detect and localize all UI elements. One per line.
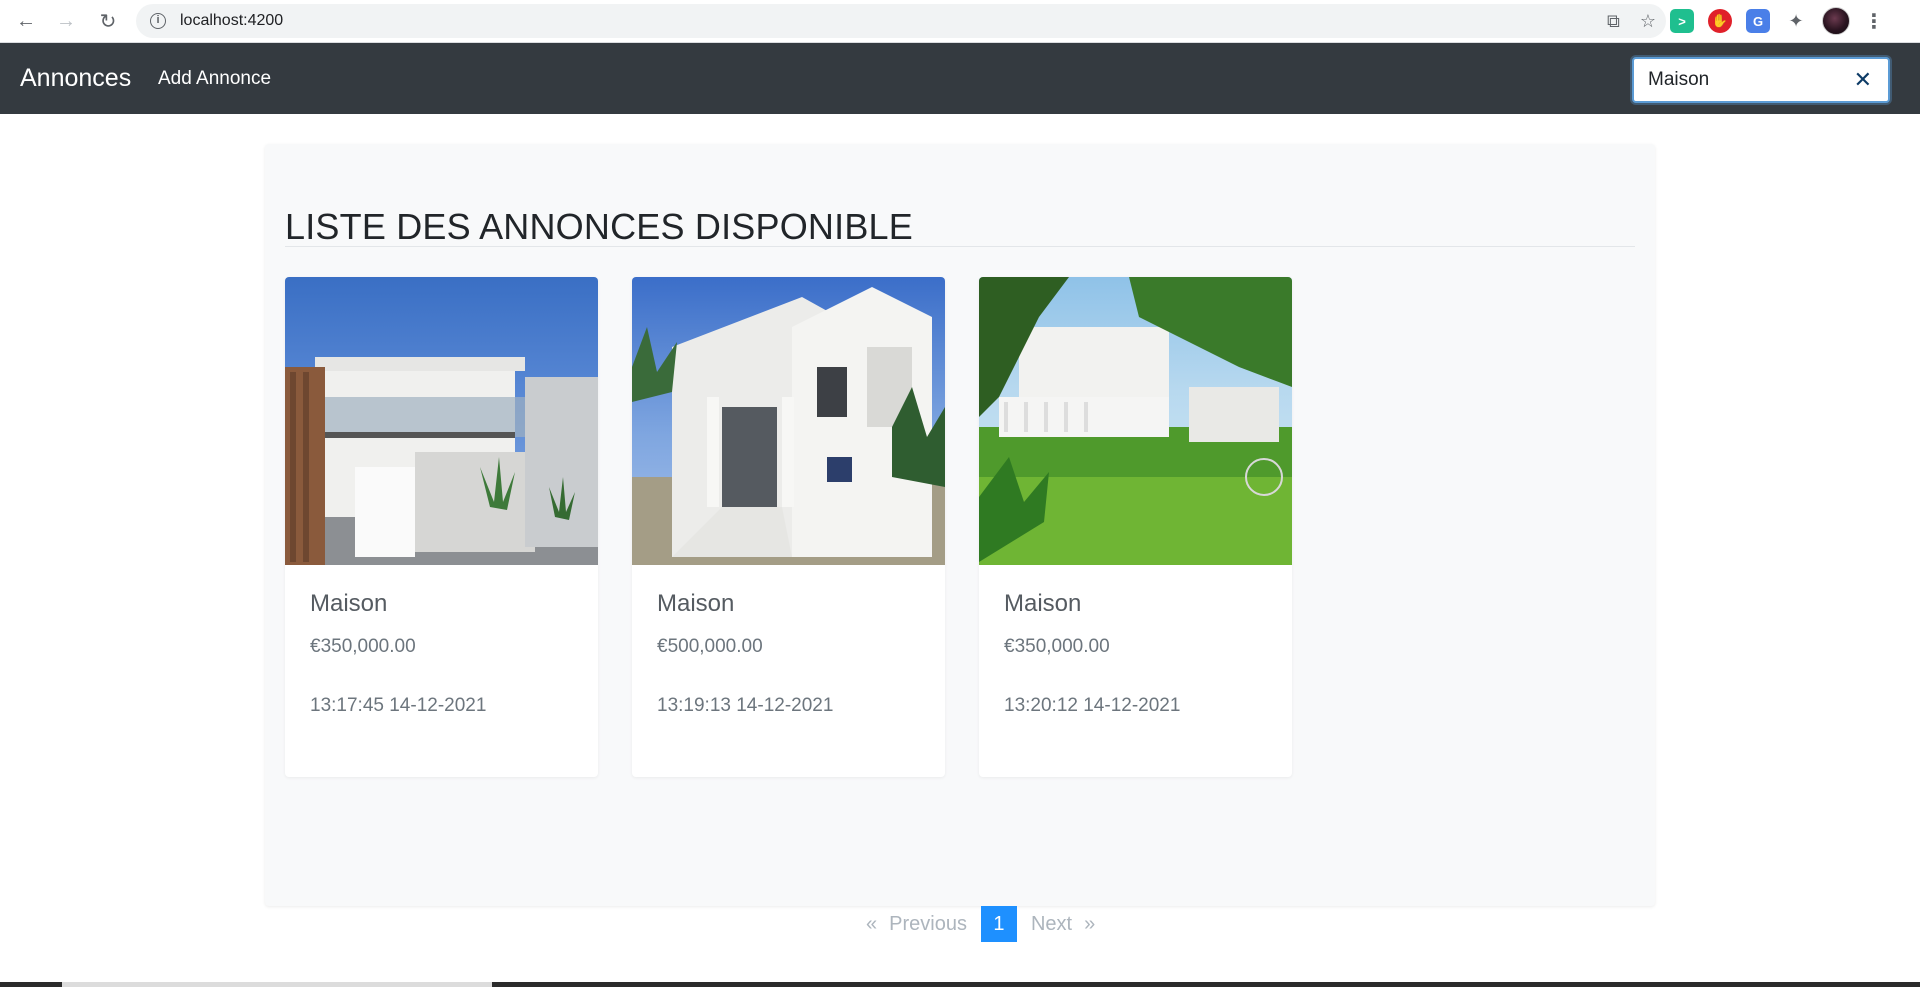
- card-date: 13:17:45 14-12-2021: [310, 695, 487, 716]
- bookmark-star-icon[interactable]: ☆: [1640, 11, 1656, 32]
- translate-extension-icon[interactable]: G: [1746, 9, 1770, 33]
- menu-kebab-icon[interactable]: ⋮: [1864, 9, 1884, 34]
- card-title: Maison: [657, 590, 735, 617]
- modern-house-photo[interactable]: [285, 277, 598, 565]
- taskbar-segment: [62, 982, 492, 987]
- profile-avatar[interactable]: [1822, 7, 1850, 35]
- browser-toolbar: ← → ↻ i localhost:4200 ⧉ ☆ > ✋ G ✦ ⋮: [0, 0, 1920, 43]
- back-arrow-icon[interactable]: ←: [6, 1, 46, 41]
- site-info-icon[interactable]: i: [150, 13, 166, 29]
- adblock-extension-icon[interactable]: ✋: [1708, 9, 1732, 33]
- card-price: €500,000.00: [657, 636, 763, 657]
- annonce-card[interactable]: Maison €350,000.00 13:20:12 14-12-2021: [979, 277, 1292, 777]
- address-url[interactable]: localhost:4200: [180, 12, 283, 30]
- annonce-card[interactable]: Maison €350,000.00 13:17:45 14-12-2021: [285, 277, 598, 777]
- pagination-previous-link[interactable]: Previous: [883, 913, 973, 936]
- pagination: « Previous 1 Next »: [860, 906, 1101, 942]
- brand-link[interactable]: Annonces: [20, 64, 131, 93]
- pagination-next-arrow[interactable]: »: [1078, 913, 1101, 936]
- card-date: 13:20:12 14-12-2021: [1004, 695, 1181, 716]
- card-title: Maison: [1004, 590, 1082, 617]
- terminal-extension-icon[interactable]: >: [1670, 9, 1694, 33]
- garden-house-photo[interactable]: [979, 277, 1292, 565]
- search-input[interactable]: [1634, 60, 1844, 100]
- annonce-card[interactable]: Maison €500,000.00 13:19:13 14-12-2021: [632, 277, 945, 777]
- title-divider: [285, 246, 1635, 247]
- add-annonce-link[interactable]: Add Annonce: [158, 68, 271, 90]
- search-box[interactable]: ✕: [1632, 57, 1890, 103]
- app-navbar: Annonces Add Annonce ✕: [0, 43, 1920, 114]
- pagination-page-current[interactable]: 1: [980, 906, 1017, 942]
- pagination-prev-arrow[interactable]: «: [860, 913, 883, 936]
- forward-arrow-icon[interactable]: →: [46, 1, 86, 41]
- puzzle-extensions-icon[interactable]: ✦: [1784, 9, 1808, 33]
- card-price: €350,000.00: [1004, 636, 1110, 657]
- share-icon[interactable]: ⧉: [1607, 11, 1620, 32]
- annonces-panel: LISTE DES ANNONCES DISPONIBLE Maison €35…: [265, 144, 1655, 906]
- pagination-next-link[interactable]: Next: [1025, 913, 1078, 936]
- card-title: Maison: [310, 590, 388, 617]
- clear-search-icon[interactable]: ✕: [1854, 67, 1872, 93]
- card-date: 13:19:13 14-12-2021: [657, 695, 834, 716]
- window-bottom-edge: [0, 982, 1920, 987]
- card-price: €350,000.00: [310, 636, 416, 657]
- white-house-photo[interactable]: [632, 277, 945, 565]
- address-bar[interactable]: i localhost:4200 ⧉ ☆: [136, 4, 1666, 38]
- reload-icon[interactable]: ↻: [88, 1, 128, 41]
- page-title: LISTE DES ANNONCES DISPONIBLE: [285, 206, 913, 247]
